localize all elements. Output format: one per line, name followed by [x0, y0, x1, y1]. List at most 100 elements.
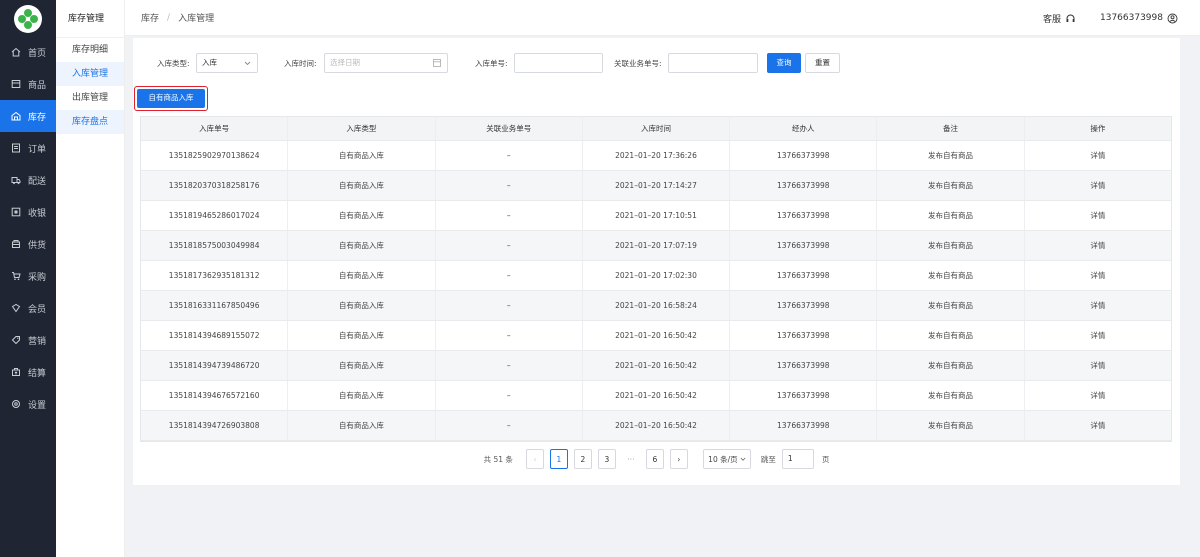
- next-page-button[interactable]: ›: [669, 449, 688, 469]
- detail-link[interactable]: 详情: [1025, 201, 1171, 230]
- page-size-select[interactable]: 10 条/页: [702, 449, 751, 469]
- biz-no-input[interactable]: [668, 53, 758, 73]
- table-cell: 1351818575003049984: [141, 231, 289, 260]
- page-button[interactable]: 6: [645, 449, 664, 469]
- supply-icon: [10, 238, 22, 250]
- table-cell: 发布自有商品: [877, 381, 1025, 410]
- box-icon: [10, 78, 22, 90]
- user-avatar-icon: [1167, 13, 1178, 24]
- table-cell: 2021–01–20 16:58:24: [583, 291, 731, 320]
- table-cell: –: [436, 351, 583, 380]
- table-cell: –: [436, 171, 583, 200]
- subnav-item-inbound[interactable]: 入库管理: [56, 62, 124, 86]
- detail-link[interactable]: 详情: [1025, 141, 1171, 170]
- subnav-item-stock-detail[interactable]: 库存明细: [56, 38, 124, 62]
- order-icon: [10, 142, 22, 154]
- table-cell: 2021–01–20 16:50:42: [583, 321, 731, 350]
- table-row: 1351820370318258176 自有商品入库 –2021–01–20 17:…: [141, 171, 1171, 201]
- biz-no-label: 关联业务单号:: [614, 59, 662, 68]
- table-cell: 13766373998: [730, 411, 878, 440]
- page-button[interactable]: 2: [573, 449, 592, 469]
- own-goods-inbound-button[interactable]: 自有商品入库: [137, 89, 205, 108]
- table-cell: 2021–01–20 17:02:30: [583, 261, 731, 290]
- table-cell: 自有商品入库: [288, 321, 436, 350]
- chevron-left-icon: ‹: [533, 454, 537, 464]
- nav-item-inventory[interactable]: 库存: [0, 100, 56, 132]
- customer-service-link[interactable]: 客服: [1043, 12, 1076, 25]
- subnav-item-outbound[interactable]: 出库管理: [56, 86, 124, 110]
- nav-item-settlement[interactable]: 结算: [0, 356, 56, 388]
- detail-link[interactable]: 详情: [1025, 411, 1171, 440]
- detail-link[interactable]: 详情: [1025, 231, 1171, 260]
- inbound-no-input[interactable]: [514, 53, 603, 73]
- page-unit: 页: [821, 454, 830, 464]
- detail-link[interactable]: 详情: [1025, 291, 1171, 320]
- detail-link[interactable]: 详情: [1025, 261, 1171, 290]
- subnav-title: 库存管理: [56, 0, 124, 38]
- prev-page-button[interactable]: ‹: [525, 449, 544, 469]
- table-cell: 13766373998: [730, 231, 878, 260]
- detail-link[interactable]: 详情: [1025, 171, 1171, 200]
- nav-item-goods[interactable]: 商品: [0, 68, 56, 100]
- settle-icon: [10, 366, 22, 378]
- detail-link[interactable]: 详情: [1025, 351, 1171, 380]
- nav-item-settings[interactable]: 设置: [0, 388, 56, 420]
- table-cell: 1351814394689155072: [141, 321, 289, 350]
- column-header: 入库类型: [288, 117, 436, 140]
- cart-icon: [10, 270, 22, 282]
- table-cell: 1351819465286017024: [141, 201, 289, 230]
- table-cell: 13766373998: [730, 141, 878, 170]
- nav-item-delivery[interactable]: 配送: [0, 164, 56, 196]
- page-button[interactable]: 1: [549, 449, 568, 469]
- breadcrumb-root[interactable]: 库存: [141, 11, 159, 24]
- table-cell: 发布自有商品: [877, 291, 1025, 320]
- table-cell: 自有商品入库: [288, 261, 436, 290]
- nav-item-member[interactable]: 会员: [0, 292, 56, 324]
- date-picker[interactable]: 选择日期: [324, 53, 448, 73]
- nav-item-cashier[interactable]: 收银: [0, 196, 56, 228]
- table-cell: 1351814394676572160: [141, 381, 289, 410]
- table-cell: 发布自有商品: [877, 201, 1025, 230]
- table-cell: 13766373998: [730, 261, 878, 290]
- detail-link[interactable]: 详情: [1025, 381, 1171, 410]
- column-header: 入库时间: [583, 117, 731, 140]
- nav-item-orders[interactable]: 订单: [0, 132, 56, 164]
- page-ellipsis[interactable]: ···: [622, 455, 640, 464]
- nav-item-supply[interactable]: 供货: [0, 228, 56, 260]
- cashier-icon: [10, 206, 22, 218]
- table-cell: –: [436, 261, 583, 290]
- page-button[interactable]: 3: [597, 449, 616, 469]
- table-cell: –: [436, 321, 583, 350]
- table-row: 1351814394689155072 自有商品入库 –2021–01–20 16:…: [141, 321, 1171, 351]
- filter-bar: 入库类型: 入库 入库时间: 选择日期 入库单号: 关联业务单号:: [133, 53, 1180, 73]
- table-cell: 自有商品入库: [288, 171, 436, 200]
- table-cell: 发布自有商品: [877, 231, 1025, 260]
- table-cell: 2021–01–20 17:14:27: [583, 171, 731, 200]
- user-phone: 13766373998: [1100, 13, 1163, 23]
- user-menu[interactable]: 13766373998: [1100, 13, 1178, 24]
- table-row: 1351814394676572160 自有商品入库 –2021–01–20 16:…: [141, 381, 1171, 411]
- detail-link[interactable]: 详情: [1025, 321, 1171, 350]
- reset-button[interactable]: 重置: [805, 53, 840, 73]
- table-cell: 自有商品入库: [288, 231, 436, 260]
- type-select[interactable]: 入库: [196, 53, 258, 73]
- table-cell: –: [436, 411, 583, 440]
- table-cell: 13766373998: [730, 351, 878, 380]
- table-cell: 13766373998: [730, 291, 878, 320]
- table-cell: 发布自有商品: [877, 351, 1025, 380]
- subnav-item-stocktake[interactable]: 库存盘点: [56, 110, 124, 134]
- main-card: 入库类型: 入库 入库时间: 选择日期 入库单号: 关联业务单号: 查询 重置 …: [133, 38, 1180, 485]
- table-cell: 2021–01–20 16:50:42: [583, 351, 731, 380]
- table-cell: 1351825902970138624: [141, 141, 289, 170]
- table-cell: 2021–01–20 17:07:19: [583, 231, 731, 260]
- inbound-table: 入库单号 入库类型 关联业务单号 入库时间 经办人 备注 操作 13518259…: [140, 116, 1172, 442]
- table-cell: 发布自有商品: [877, 171, 1025, 200]
- table-row: 1351814394739486720 自有商品入库 –2021–01–20 16:…: [141, 351, 1171, 381]
- nav-item-home[interactable]: 首页: [0, 36, 56, 68]
- nav-item-purchase[interactable]: 采购: [0, 260, 56, 292]
- jump-page-input[interactable]: 1: [781, 449, 814, 469]
- nav-item-marketing[interactable]: 营销: [0, 324, 56, 356]
- table-cell: 发布自有商品: [877, 141, 1025, 170]
- search-button[interactable]: 查询: [767, 53, 801, 73]
- gear-icon: [10, 398, 22, 410]
